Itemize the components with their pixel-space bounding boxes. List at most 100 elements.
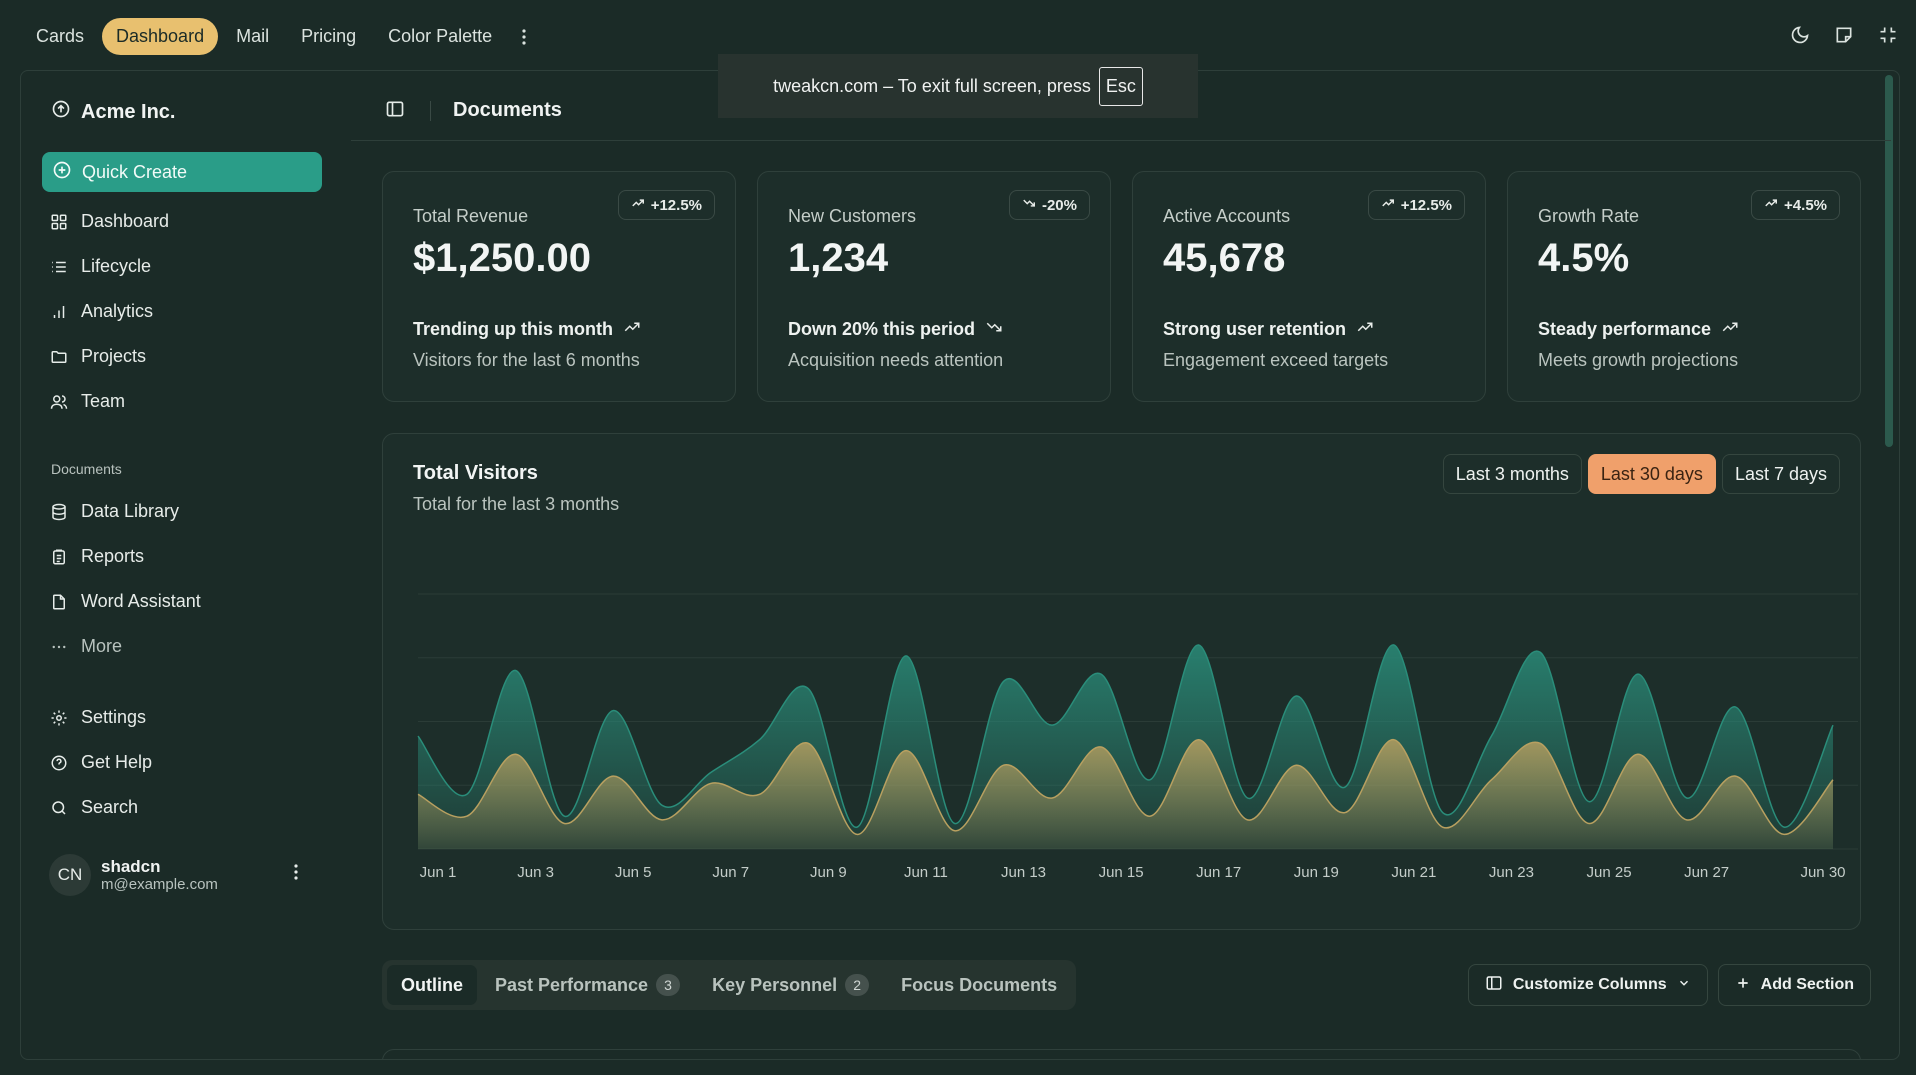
trend-badge: +4.5% (1751, 190, 1840, 220)
trending-up-icon (1721, 318, 1739, 341)
table-actions: Customize Columns Add Section (1467, 964, 1871, 1006)
metric-subtext: Visitors for the last 6 months (413, 350, 640, 370)
metric-value: 45,678 (1163, 236, 1286, 280)
more-vertical-icon[interactable] (510, 19, 538, 55)
metric-label: Total Revenue (413, 206, 529, 226)
sidebar-item-projects[interactable]: Projects (49, 334, 339, 379)
table-container (382, 1049, 1861, 1059)
sidebar-item-lifecycle[interactable]: Lifecycle (49, 244, 339, 289)
tab-focus-documents[interactable]: Focus Documents (887, 965, 1071, 1005)
sidebar-item-label: Data Library (81, 501, 180, 521)
x-tick-label: Jun 17 (1196, 864, 1241, 881)
sidebar-item-reports[interactable]: Reports (49, 534, 339, 579)
brand-logo-icon (51, 99, 71, 125)
sidebar-item-analytics[interactable]: Analytics (49, 289, 339, 334)
sidebar-item-label: Analytics (81, 301, 154, 321)
avatar: CN (49, 854, 91, 896)
dots-icon (49, 637, 69, 657)
help-icon (49, 753, 69, 773)
section-tabs: Outline Past Performance 3 Key Personnel… (382, 960, 1077, 1010)
x-tick-label: Jun 3 (517, 864, 554, 881)
x-tick-label: Jun 25 (1587, 864, 1632, 881)
tab-label: Past Performance (495, 974, 649, 995)
metric-value: 1,234 (788, 236, 889, 280)
sidebar-item-data-library[interactable]: Data Library (49, 489, 339, 534)
columns-icon (1485, 974, 1503, 997)
folder-icon (49, 347, 69, 367)
x-tick-label: Jun 7 (712, 864, 749, 881)
brand[interactable]: Acme Inc. (51, 99, 175, 125)
list-icon (49, 257, 69, 277)
gear-icon (49, 708, 69, 728)
chevron-down-icon (1677, 976, 1691, 995)
sidebar-item-word-assistant[interactable]: Word Assistant (49, 579, 339, 624)
badge-value: +12.5% (1400, 196, 1452, 214)
sidebar-item-label: Search (81, 797, 139, 817)
file-icon (49, 592, 69, 612)
count-badge: 3 (656, 974, 681, 996)
user-email: m@example.com (101, 876, 218, 894)
tab-label: Focus Documents (901, 974, 1058, 995)
sidebar-item-dashboard[interactable]: Dashboard (49, 199, 339, 244)
customize-columns-button[interactable]: Customize Columns (1467, 964, 1708, 1006)
tab-key-personnel[interactable]: Key Personnel 2 (698, 965, 883, 1005)
documents-section-label: Documents (51, 461, 122, 477)
metric-subtext: Engagement exceed targets (1163, 350, 1389, 370)
x-tick-label: Jun 30 (1800, 864, 1845, 881)
trend-badge: +12.5% (1367, 190, 1465, 220)
x-tick-label: Jun 19 (1294, 864, 1339, 881)
sidebar-toggle-icon[interactable] (385, 99, 405, 124)
customize-label: Customize Columns (1512, 976, 1667, 993)
user-menu[interactable]: CN shadcn m@example.com (49, 853, 339, 897)
tab-color-palette[interactable]: Color Palette (374, 18, 506, 55)
trend-badge: +12.5% (617, 190, 715, 220)
metric-card: Active Accounts 45,678 +12.5% Strong use… (1132, 171, 1486, 402)
sticky-note-icon[interactable] (1832, 20, 1856, 50)
x-tick-label: Jun 5 (615, 864, 652, 881)
sidebar-item-team[interactable]: Team (49, 379, 339, 424)
sidebar-item-more[interactable]: More (49, 624, 339, 669)
quick-create-button[interactable]: Quick Create (42, 152, 322, 192)
trend-text: Trending up this month (413, 318, 641, 341)
metric-subtext: Meets growth projections (1538, 350, 1739, 370)
header-divider (430, 101, 431, 121)
badge-value: -20% (1041, 196, 1077, 214)
trend-text: Steady performance (1538, 318, 1739, 341)
tab-dashboard[interactable]: Dashboard (102, 18, 219, 55)
tab-outline[interactable]: Outline (387, 965, 477, 1005)
sidebar-item-settings[interactable]: Settings (49, 695, 339, 740)
tab-mail[interactable]: Mail (222, 18, 283, 55)
count-badge: 2 (845, 974, 870, 996)
users-icon (49, 392, 69, 412)
add-section-button[interactable]: Add Section (1717, 964, 1871, 1006)
sidebar-item-label: Dashboard (81, 211, 170, 231)
sidebar-item-label: Reports (81, 546, 145, 566)
sidebar-item-search[interactable]: Search (49, 785, 339, 830)
plus-icon (1735, 975, 1751, 996)
moon-icon[interactable] (1788, 20, 1812, 50)
trending-up-icon (1764, 196, 1778, 214)
sidebar-item-label: Projects (81, 346, 147, 366)
trend-label: Strong user retention (1163, 319, 1347, 339)
x-tick-label: Jun 11 (904, 864, 948, 881)
trending-up-icon (1356, 318, 1374, 341)
metric-label: Growth Rate (1538, 206, 1640, 226)
tab-pricing[interactable]: Pricing (287, 18, 370, 55)
minimize-icon[interactable] (1876, 20, 1900, 50)
esc-key: Esc (1098, 66, 1143, 106)
metric-subtext: Acquisition needs attention (788, 350, 1004, 370)
x-tick-label: Jun 1 (420, 864, 457, 881)
tab-cards[interactable]: Cards (22, 18, 98, 55)
tab-past-performance[interactable]: Past Performance 3 (481, 965, 694, 1005)
main-content: Documents Total Revenue $1,250.00 +12.5%… (351, 71, 1899, 1059)
sidebar-item-get-help[interactable]: Get Help (49, 740, 339, 785)
user-name: shadcn (101, 856, 161, 876)
page-title: Documents (453, 99, 562, 121)
x-tick-label: Jun 21 (1391, 864, 1436, 881)
trending-up-icon (1381, 196, 1395, 214)
badge-value: +12.5% (650, 196, 702, 214)
top-right-tools (1788, 20, 1900, 50)
visitors-area-chart: Jun 1 Jun 3 Jun 5 Jun 7 Jun 9 Jun 11 Jun 13 Jun… (417, 593, 1858, 881)
more-vertical-icon[interactable] (293, 863, 299, 886)
plus-circle-icon (52, 160, 72, 185)
